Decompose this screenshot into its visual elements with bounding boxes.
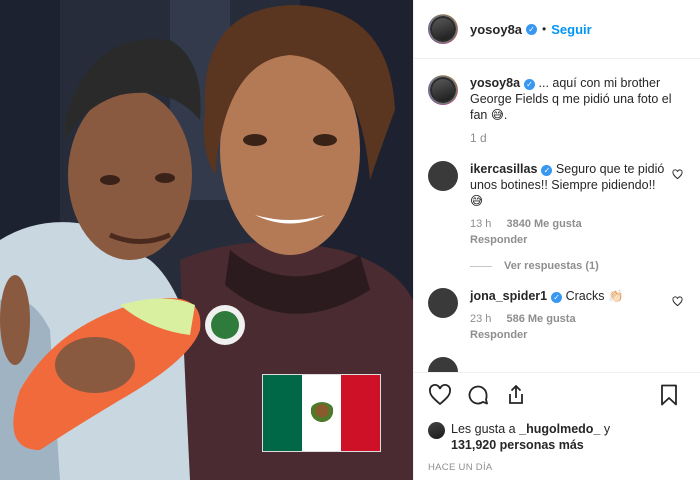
follow-button[interactable]: Seguir bbox=[551, 22, 591, 37]
share-icon[interactable] bbox=[504, 383, 528, 407]
mexico-flag-sticker bbox=[262, 374, 381, 452]
comment-meta: 23 h 586 Me gusta bbox=[470, 313, 665, 325]
comment-text-block: jona_spider1 ✓ Cracks 👏🏻 bbox=[470, 288, 665, 304]
comment-item: ikercasillas ✓ Seguro que te pidió unos b… bbox=[428, 161, 687, 246]
view-replies-line bbox=[470, 265, 492, 267]
author-username[interactable]: yosoy8a bbox=[470, 22, 522, 37]
view-replies-label: Ver respuestas (1) bbox=[504, 260, 599, 272]
commenter-avatar[interactable] bbox=[428, 288, 458, 318]
likes-text: Les gusta a _hugolmedo_ y 131,920 person… bbox=[451, 421, 610, 453]
comment-heart-icon[interactable] bbox=[672, 169, 683, 180]
caption-time[interactable]: 1 d bbox=[470, 131, 687, 145]
comment-item-partial bbox=[428, 357, 687, 372]
comment-likes[interactable]: 3840 Me gusta bbox=[506, 218, 581, 230]
post-header: yosoy8a ✓ • Seguir bbox=[414, 0, 700, 59]
reply-button[interactable]: Responder bbox=[470, 234, 665, 246]
comment-heart-icon[interactable] bbox=[672, 296, 683, 307]
caption: yosoy8a ✓ ... aquí con mi brother George … bbox=[428, 75, 687, 123]
verified-badge-icon: ✓ bbox=[541, 165, 553, 176]
comment-icon[interactable] bbox=[466, 383, 490, 407]
post-side-panel: yosoy8a ✓ • Seguir yosoy8a ✓ ... aquí con… bbox=[413, 0, 700, 480]
comment-time[interactable]: 13 h bbox=[470, 218, 491, 230]
post-photo[interactable] bbox=[0, 0, 413, 480]
reply-button[interactable]: Responder bbox=[470, 329, 665, 341]
liker-username[interactable]: _hugolmedo_ bbox=[519, 422, 600, 436]
likes-summary: Les gusta a _hugolmedo_ y 131,920 person… bbox=[414, 407, 700, 453]
caption-avatar[interactable] bbox=[428, 75, 458, 105]
commenter-username[interactable]: ikercasillas bbox=[470, 162, 537, 176]
flag-red-band bbox=[341, 375, 380, 451]
bookmark-icon[interactable] bbox=[657, 383, 681, 407]
heart-icon[interactable] bbox=[428, 383, 452, 407]
caption-avatar-image bbox=[432, 79, 454, 101]
commenter-avatar[interactable] bbox=[428, 161, 458, 191]
commenter-username[interactable]: jona_spider1 bbox=[470, 289, 547, 303]
flag-green-band bbox=[263, 375, 302, 451]
likes-prefix: Les gusta a bbox=[451, 422, 516, 436]
caption-text-block: yosoy8a ✓ ... aquí con mi brother George … bbox=[470, 75, 687, 123]
flag-emblem-icon bbox=[308, 402, 335, 424]
comment-likes[interactable]: 586 Me gusta bbox=[506, 313, 575, 325]
likes-suffix: y bbox=[603, 422, 611, 436]
verified-badge-icon: ✓ bbox=[551, 292, 563, 303]
view-replies-button[interactable]: Ver respuestas (1) bbox=[470, 260, 687, 272]
comment-body: jona_spider1 ✓ Cracks 👏🏻 23 h 586 Me gust… bbox=[470, 288, 665, 341]
comment-time[interactable]: 23 h bbox=[470, 313, 491, 325]
likes-count[interactable]: 131,920 personas más bbox=[451, 438, 584, 452]
liker-avatar[interactable] bbox=[428, 422, 445, 439]
comment-text-block: ikercasillas ✓ Seguro que te pidió unos b… bbox=[470, 161, 665, 209]
author-avatar-image bbox=[432, 18, 454, 40]
author-avatar[interactable] bbox=[428, 14, 458, 44]
separator-dot: • bbox=[542, 22, 547, 36]
comment-meta: 13 h 3840 Me gusta bbox=[470, 218, 665, 230]
comment-item: jona_spider1 ✓ Cracks 👏🏻 23 h 586 Me gust… bbox=[428, 288, 687, 341]
action-icons bbox=[414, 373, 700, 407]
verified-badge-icon: ✓ bbox=[524, 79, 536, 90]
verified-badge-icon: ✓ bbox=[526, 23, 538, 35]
post-timestamp[interactable]: HACE UN DÍA bbox=[414, 453, 700, 473]
post-actions: Les gusta a _hugolmedo_ y 131,920 person… bbox=[414, 372, 700, 480]
comment-body: ikercasillas ✓ Seguro que te pidió unos b… bbox=[470, 161, 665, 246]
comment-text: Cracks 👏🏻 bbox=[565, 289, 624, 303]
caption-username[interactable]: yosoy8a bbox=[470, 76, 520, 90]
comments-list[interactable]: yosoy8a ✓ ... aquí con mi brother George … bbox=[414, 60, 700, 372]
flag-white-band bbox=[302, 375, 341, 451]
commenter-avatar[interactable] bbox=[428, 357, 458, 372]
